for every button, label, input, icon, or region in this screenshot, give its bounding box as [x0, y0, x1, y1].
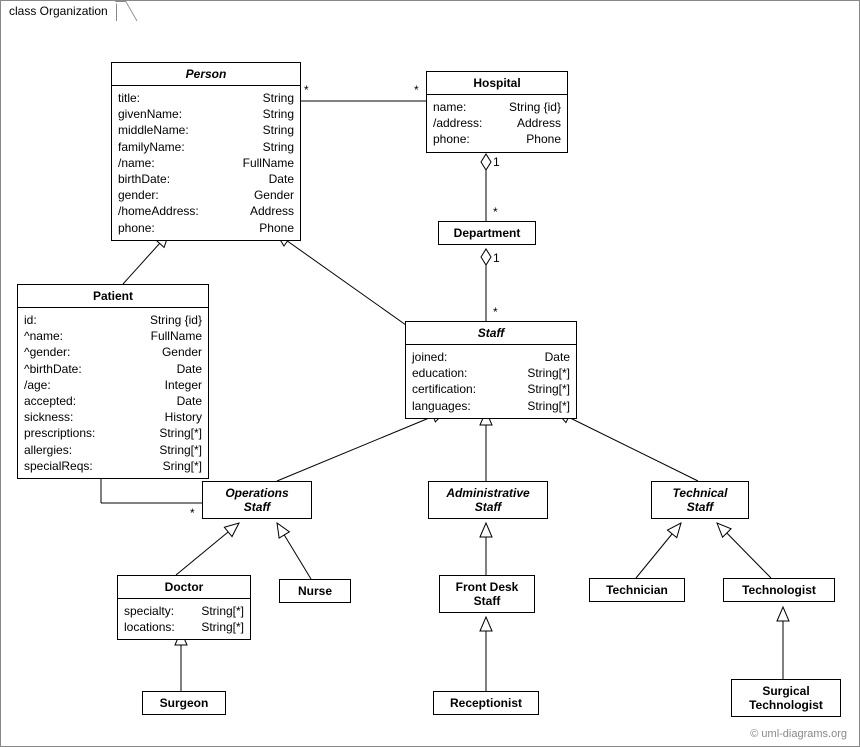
class-receptionist: Receptionist [433, 691, 539, 715]
class-title: Receptionist [434, 692, 538, 714]
class-title: Front Desk Staff [440, 576, 534, 612]
class-person: Person title:String givenName:String mid… [111, 62, 301, 241]
class-frontdesk-staff: Front Desk Staff [439, 575, 535, 613]
mult-dept-staff-top: 1 [493, 251, 500, 265]
class-title: Person [112, 63, 300, 86]
mult-patient-ops-right: * [190, 506, 195, 520]
class-technician: Technician [589, 578, 685, 602]
mult-dept-staff-bottom: * [493, 305, 498, 319]
class-title: Nurse [280, 580, 350, 602]
class-attrs: name:String {id} /address:Address phone:… [427, 95, 567, 152]
class-title: Technologist [724, 579, 834, 601]
class-surgeon: Surgeon [142, 691, 226, 715]
class-title: Surgeon [143, 692, 225, 714]
mult-hospital-dept-top: 1 [493, 155, 500, 169]
class-attrs: specialty:String[*] locations:String[*] [118, 599, 250, 639]
class-staff: Staff joined:Date education:String[*] ce… [405, 321, 577, 419]
class-attrs: title:String givenName:String middleName… [112, 86, 300, 240]
frame-title-tab: class Organization [0, 0, 117, 21]
class-technical-staff: Technical Staff [651, 481, 749, 519]
class-diagram-frame: class Organization [0, 0, 860, 747]
class-patient: Patient id:String {id} ^name:FullName ^g… [17, 284, 209, 479]
class-administrative-staff: Administrative Staff [428, 481, 548, 519]
mult-person-hospital-left: * [304, 83, 309, 97]
class-title: Administrative Staff [429, 482, 547, 518]
class-hospital: Hospital name:String {id} /address:Addre… [426, 71, 568, 153]
class-title: Technician [590, 579, 684, 601]
class-department: Department [438, 221, 536, 245]
class-surgical-technologist: Surgical Technologist [731, 679, 841, 717]
class-title: Hospital [427, 72, 567, 95]
mult-person-hospital-right: * [414, 83, 419, 97]
class-title: Technical Staff [652, 482, 748, 518]
class-attrs: joined:Date education:String[*] certific… [406, 345, 576, 418]
class-title: Department [439, 222, 535, 244]
class-title: Doctor [118, 576, 250, 599]
class-title: Operations Staff [203, 482, 311, 518]
diagram-canvas: * * 1 * 1 * * * Person title:String give… [1, 23, 859, 746]
class-attrs: id:String {id} ^name:FullName ^gender:Ge… [18, 308, 208, 478]
class-nurse: Nurse [279, 579, 351, 603]
class-title: Patient [18, 285, 208, 308]
mult-hospital-dept-bottom: * [493, 205, 498, 219]
class-technologist: Technologist [723, 578, 835, 602]
class-doctor: Doctor specialty:String[*] locations:Str… [117, 575, 251, 640]
class-title: Surgical Technologist [732, 680, 840, 716]
class-operations-staff: Operations Staff [202, 481, 312, 519]
frame-title: class Organization [9, 4, 108, 18]
class-title: Staff [406, 322, 576, 345]
copyright-text: © uml-diagrams.org [750, 728, 847, 740]
